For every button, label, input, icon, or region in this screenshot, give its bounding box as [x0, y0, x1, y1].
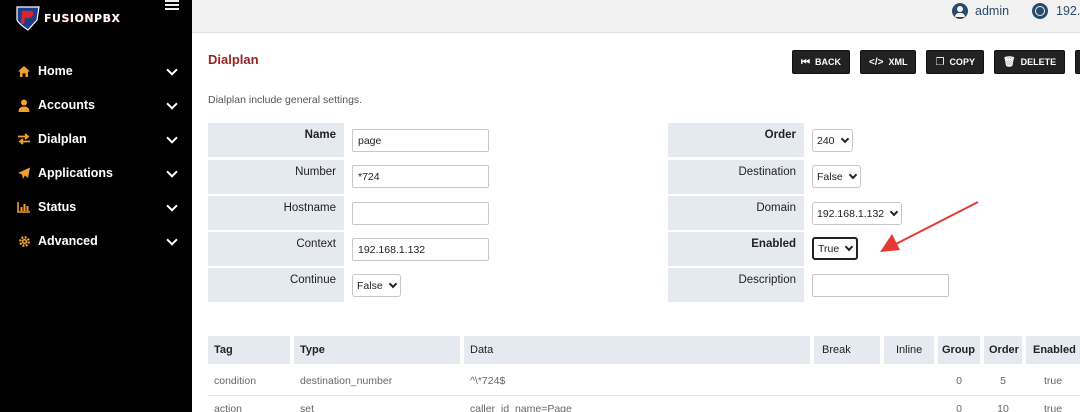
- main-content: Dialplan ⏮ BACK </> XML ❐ COPY 🗑 DELETE Dial…: [192, 34, 1080, 412]
- top-bar: admin 192.1: [192, 0, 1080, 33]
- step-backward-icon: ⏮: [801, 56, 810, 68]
- name-input[interactable]: page: [352, 129, 489, 152]
- order-select[interactable]: 240: [812, 129, 853, 152]
- chevron-down-icon: [166, 98, 178, 110]
- sidebar-item-label: Advanced: [38, 234, 98, 248]
- back-button[interactable]: ⏮ BACK: [792, 50, 850, 74]
- table-cell-enabled: true: [1043, 403, 1063, 412]
- delete-button[interactable]: 🗑 DELETE: [993, 50, 1066, 74]
- table-header-enabled: Enabled: [1026, 336, 1080, 364]
- fusionpbx-logo[interactable]: FUSIONPBX: [14, 4, 120, 32]
- table-cell-type: destination_number: [300, 375, 393, 387]
- chevron-down-icon: [166, 200, 178, 212]
- table-header-inline: Inline: [884, 336, 934, 364]
- number-input[interactable]: *724: [352, 165, 489, 188]
- user-circle-icon: [952, 3, 968, 19]
- xml-button[interactable]: </> XML: [860, 50, 917, 74]
- user-icon: [17, 98, 31, 112]
- chevron-down-icon: [166, 64, 178, 76]
- destination-label: Destination: [668, 160, 804, 194]
- enabled-select[interactable]: True: [812, 237, 859, 260]
- save-button-partial[interactable]: [1075, 50, 1080, 74]
- home-icon: [17, 64, 31, 78]
- table-cell-tag: condition: [214, 375, 257, 387]
- table-cell-tag: action: [214, 403, 243, 412]
- chevron-down-icon: [848, 170, 857, 180]
- table-header-type: Type: [294, 336, 460, 364]
- table-header-tag: Tag: [208, 336, 290, 364]
- menu-toggle-icon[interactable]: [165, 0, 179, 12]
- row-divider: [208, 395, 1080, 396]
- paper-plane-icon: [17, 166, 31, 180]
- chevron-down-icon: [844, 242, 854, 252]
- sidebar-item-label: Accounts: [38, 98, 95, 112]
- continue-label: Continue: [208, 268, 344, 302]
- exchange-icon: [17, 132, 31, 146]
- red-arrow-annotation: [880, 201, 979, 252]
- copy-icon: ❐: [935, 56, 945, 68]
- chevron-down-icon: [166, 132, 178, 144]
- table-cell-data: ^\*724$: [470, 375, 506, 387]
- table-cell-group: 0: [956, 403, 962, 412]
- order-label: Order: [668, 123, 804, 157]
- sidebar-item-label: Applications: [38, 166, 114, 180]
- table-header-break: Break: [814, 336, 880, 364]
- page-title: Dialplan: [208, 52, 259, 67]
- sidebar-item-label: Status: [38, 200, 77, 214]
- page-description: Dialplan include general settings.: [208, 94, 363, 106]
- domain-selector[interactable]: 192.1: [1032, 3, 1080, 19]
- context-input[interactable]: 192.168.1.132: [352, 238, 489, 261]
- table-cell-data: caller_id_name=Page: [470, 403, 572, 412]
- sidebar-menu: Home Accounts Dialplan Applications Stat…: [0, 54, 192, 258]
- number-label: Number: [208, 160, 344, 194]
- copy-button[interactable]: ❐ COPY: [926, 50, 984, 74]
- sidebar-item-home[interactable]: Home: [0, 54, 192, 88]
- chevron-down-icon: [840, 134, 849, 144]
- chevron-down-icon: [166, 234, 178, 246]
- sidebar-item-advanced[interactable]: Advanced: [0, 224, 192, 258]
- chevron-down-icon: [388, 279, 397, 289]
- sidebar-item-applications[interactable]: Applications: [0, 156, 192, 190]
- table-header-group: Group: [938, 336, 980, 364]
- trash-icon: 🗑: [1002, 56, 1016, 68]
- username: admin: [975, 4, 1010, 18]
- hostname-input[interactable]: [352, 202, 489, 225]
- gear-icon: [17, 234, 31, 248]
- table-cell-type: set: [300, 403, 315, 412]
- table-cell-order: 10: [997, 403, 1009, 412]
- sidebar-item-status[interactable]: Status: [0, 190, 192, 224]
- table-cell-group: 0: [956, 375, 962, 387]
- sidebar-item-label: Home: [38, 64, 73, 78]
- context-label: Context: [208, 232, 344, 266]
- sidebar: FUSIONPBX Home Accounts Dialplan Applica…: [0, 0, 192, 412]
- bar-chart-icon: [17, 200, 31, 214]
- user-menu[interactable]: admin: [952, 3, 1009, 19]
- table-header-order: Order: [984, 336, 1022, 364]
- logo-text: FUSIONPBX: [44, 11, 121, 25]
- table-cell-enabled: true: [1043, 375, 1063, 387]
- table-header-data: Data: [464, 336, 810, 364]
- sidebar-item-dialplan[interactable]: Dialplan: [0, 122, 192, 156]
- description-label: Description: [668, 268, 804, 302]
- action-toolbar: ⏮ BACK </> XML ❐ COPY 🗑 DELETE: [792, 50, 1080, 74]
- globe-icon: [1032, 3, 1048, 19]
- destination-select[interactable]: False: [812, 165, 861, 188]
- chevron-down-icon: [166, 166, 178, 178]
- sidebar-item-label: Dialplan: [38, 132, 87, 146]
- code-icon: </>: [869, 56, 884, 68]
- domain-label: Domain: [668, 196, 804, 230]
- logo-shield-icon: [14, 4, 42, 32]
- name-label: Name: [208, 123, 344, 157]
- domain-label: 192.1: [1056, 4, 1080, 18]
- hostname-label: Hostname: [208, 196, 344, 230]
- description-input[interactable]: [812, 274, 949, 297]
- continue-select[interactable]: False: [352, 274, 401, 297]
- sidebar-item-accounts[interactable]: Accounts: [0, 88, 192, 122]
- table-cell-order: 5: [1000, 375, 1006, 387]
- enabled-label: Enabled: [668, 232, 804, 266]
